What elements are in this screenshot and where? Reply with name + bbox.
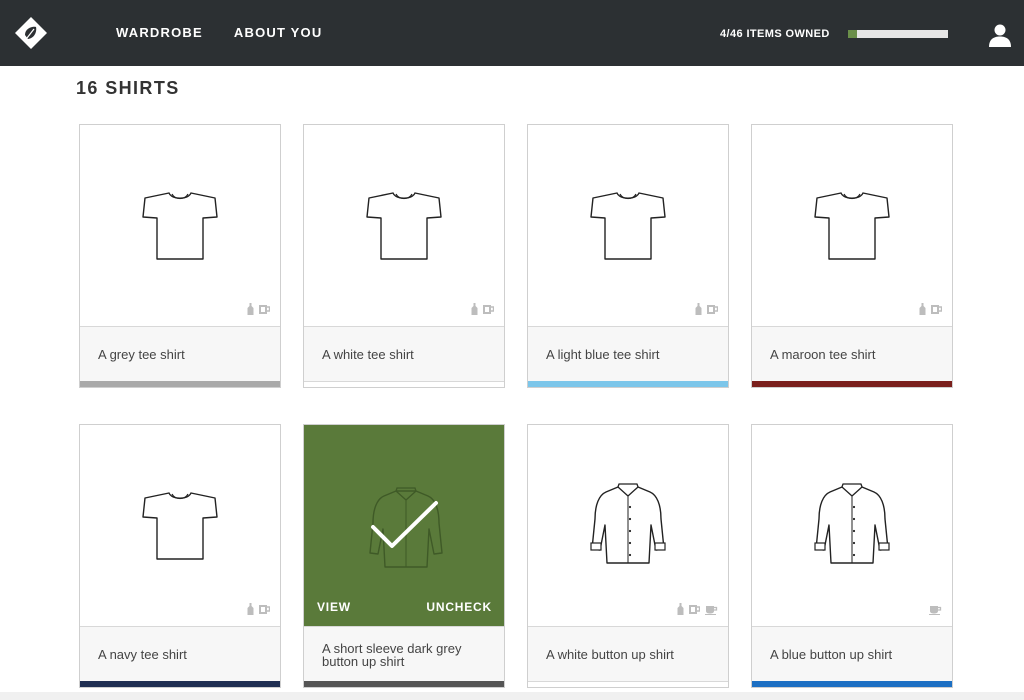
bottle-icon bbox=[677, 602, 684, 620]
item-image[interactable] bbox=[80, 125, 280, 326]
uncheck-link[interactable]: UNCHECK bbox=[426, 600, 492, 614]
bottle-icon bbox=[471, 302, 478, 320]
cup-icon bbox=[704, 602, 718, 620]
tee-shirt-icon bbox=[142, 492, 218, 560]
item-image[interactable] bbox=[80, 425, 280, 626]
tee-shirt-icon bbox=[814, 192, 890, 260]
item-color-bar bbox=[80, 681, 280, 687]
item-image[interactable] bbox=[752, 125, 952, 326]
button-up-shirt-icon bbox=[590, 483, 666, 564]
bottle-icon bbox=[247, 302, 254, 320]
tee-shirt-icon bbox=[590, 192, 666, 260]
tee-shirt-icon bbox=[366, 192, 442, 260]
wardrobe-item-card[interactable]: A white button up shirt bbox=[527, 424, 729, 688]
owned-progress-fill bbox=[848, 30, 857, 38]
top-navigation-bar: WARDROBE ABOUT YOU 4/46 ITEMS OWNED bbox=[0, 0, 1024, 66]
item-caption: A blue button up shirt bbox=[752, 626, 952, 682]
logo-icon[interactable] bbox=[14, 16, 48, 50]
checkmark-icon bbox=[371, 501, 438, 548]
items-owned-label: 4/46 ITEMS OWNED bbox=[720, 28, 830, 40]
mug-icon bbox=[706, 302, 719, 320]
item-caption: A navy tee shirt bbox=[80, 626, 280, 682]
item-color-bar bbox=[528, 681, 728, 687]
item-color-bar bbox=[304, 681, 504, 687]
tee-shirt-icon bbox=[142, 192, 218, 260]
mug-icon bbox=[258, 302, 271, 320]
item-caption: A white tee shirt bbox=[304, 326, 504, 382]
mug-icon bbox=[930, 302, 943, 320]
item-caption: A light blue tee shirt bbox=[528, 326, 728, 382]
item-tags bbox=[928, 602, 942, 620]
item-image[interactable] bbox=[528, 125, 728, 326]
item-caption: A grey tee shirt bbox=[80, 326, 280, 382]
wardrobe-item-card[interactable]: VIEW UNCHECK A short sleeve dark grey butt… bbox=[303, 424, 505, 688]
item-image[interactable] bbox=[304, 125, 504, 326]
item-image[interactable] bbox=[752, 425, 952, 626]
item-tags bbox=[471, 302, 495, 320]
mug-icon bbox=[258, 602, 271, 620]
owned-progress-bar bbox=[848, 30, 948, 38]
wardrobe-item-card[interactable]: A navy tee shirt bbox=[79, 424, 281, 688]
item-color-bar bbox=[752, 681, 952, 687]
item-image[interactable]: VIEW UNCHECK bbox=[304, 425, 504, 626]
bottle-icon bbox=[919, 302, 926, 320]
item-caption: A short sleeve dark grey button up shirt bbox=[304, 626, 504, 682]
item-caption: A maroon tee shirt bbox=[752, 326, 952, 382]
wardrobe-item-card[interactable]: A maroon tee shirt bbox=[751, 124, 953, 388]
wardrobe-item-card[interactable]: A light blue tee shirt bbox=[527, 124, 729, 388]
page-title: 16 SHIRTS bbox=[76, 78, 180, 98]
item-color-bar bbox=[80, 381, 280, 387]
wardrobe-item-card[interactable]: A blue button up shirt bbox=[751, 424, 953, 688]
item-caption: A white button up shirt bbox=[528, 626, 728, 682]
item-image[interactable] bbox=[528, 425, 728, 626]
view-link[interactable]: VIEW bbox=[317, 600, 351, 614]
item-tags bbox=[677, 602, 718, 620]
item-color-bar bbox=[752, 381, 952, 387]
wardrobe-item-card[interactable]: A white tee shirt bbox=[303, 124, 505, 388]
item-color-bar bbox=[304, 381, 504, 387]
item-tags bbox=[695, 302, 719, 320]
wardrobe-item-card[interactable]: A grey tee shirt bbox=[79, 124, 281, 388]
item-tags bbox=[919, 302, 943, 320]
main-nav: WARDROBE ABOUT YOU bbox=[116, 25, 322, 40]
mug-icon bbox=[482, 302, 495, 320]
item-tags bbox=[247, 602, 271, 620]
bottle-icon bbox=[695, 302, 702, 320]
cup-icon bbox=[928, 602, 942, 620]
page-bottom-edge bbox=[0, 692, 1024, 700]
bottle-icon bbox=[247, 602, 254, 620]
nav-wardrobe[interactable]: WARDROBE bbox=[116, 25, 203, 40]
item-color-bar bbox=[528, 381, 728, 387]
nav-about-you[interactable]: ABOUT YOU bbox=[234, 25, 323, 40]
button-up-shirt-icon bbox=[814, 483, 890, 564]
user-avatar-icon[interactable] bbox=[988, 23, 1012, 47]
item-tags bbox=[247, 302, 271, 320]
mug-icon bbox=[688, 602, 701, 620]
